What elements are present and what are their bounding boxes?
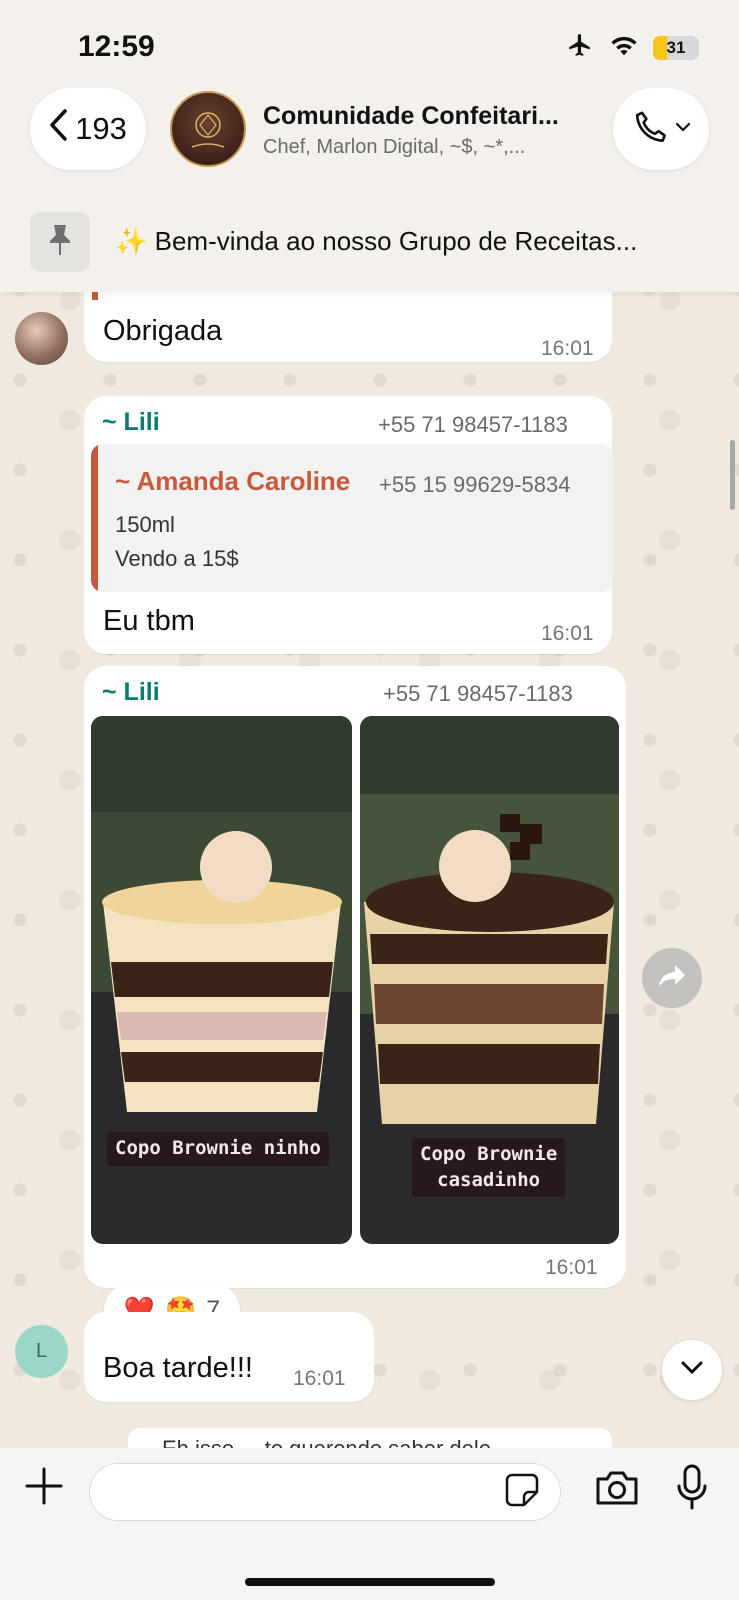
chevron-left-icon xyxy=(49,108,69,150)
forward-arrow-icon xyxy=(657,963,687,994)
message-text: Obrigada xyxy=(103,315,223,347)
chevron-down-icon xyxy=(680,1360,704,1381)
caption-line: casadinho xyxy=(437,1168,541,1191)
image-top-band xyxy=(360,716,619,794)
quoted-line: Vendo a 15$ xyxy=(115,546,239,571)
message-text: Eu tbm xyxy=(103,605,195,637)
sticker-icon xyxy=(504,1472,540,1513)
scroll-to-bottom-button[interactable] xyxy=(662,1340,722,1400)
microphone-button[interactable] xyxy=(672,1463,712,1515)
group-logo-icon xyxy=(191,112,225,148)
message-input[interactable] xyxy=(89,1463,561,1521)
quoted-phone: +55 15 99629-5834 xyxy=(379,472,571,497)
image-caption: Copo Brownie casadinho xyxy=(412,1138,566,1198)
message-text: Boa tarde!!! xyxy=(103,1352,253,1384)
message-time: 16:01 xyxy=(545,1256,598,1279)
home-indicator[interactable] xyxy=(245,1578,495,1586)
pinned-message[interactable]: ✨ Bem-vinda ao nosso Grupo de Receitas..… xyxy=(115,226,637,257)
forward-button[interactable] xyxy=(642,948,702,1008)
phone-icon xyxy=(631,107,671,152)
pin-icon xyxy=(47,223,73,262)
status-time: 12:59 xyxy=(78,30,155,63)
sender-phone: +55 71 98457-1183 xyxy=(383,681,573,706)
back-button[interactable]: 193 xyxy=(30,88,146,170)
camera-button[interactable] xyxy=(592,1467,642,1513)
dessert-cup-image xyxy=(91,812,352,1142)
avatar[interactable]: L xyxy=(15,1325,68,1378)
quoted-message[interactable]: ~ Amanda Caroline +55 15 99629-5834 150m… xyxy=(91,444,613,592)
pinned-message-text: Bem-vinda ao nosso Grupo de Receitas... xyxy=(154,226,638,256)
pin-icon-box[interactable] xyxy=(30,212,90,272)
sticker-button[interactable] xyxy=(502,1472,542,1512)
wifi-icon xyxy=(609,33,639,62)
message-time: 16:01 xyxy=(541,622,594,645)
attach-button[interactable] xyxy=(22,1466,66,1510)
camera-icon xyxy=(594,1469,640,1512)
image-thumbnail[interactable]: Copo Brownie ninho xyxy=(91,716,352,1244)
quoted-line: 150ml xyxy=(115,512,175,537)
message-text: Eh isso ... to querendo saber dele.. xyxy=(162,1436,503,1448)
sparkles-icon: ✨ xyxy=(115,226,148,256)
image-thumbnail[interactable]: Copo Brownie casadinho xyxy=(360,716,619,1244)
battery-indicator: 31 xyxy=(653,35,699,60)
chat-header: 12:59 31 193 Comunidade Confeitari... Ch… xyxy=(0,0,739,292)
chat-participants[interactable]: Chef, Marlon Digital, ~$, ~*,... xyxy=(263,136,525,159)
avatar[interactable] xyxy=(15,312,68,365)
sender-phone: +55 71 98457-1183 xyxy=(378,412,568,437)
quoted-sender: ~ Amanda Caroline xyxy=(115,466,351,496)
message-time: 16:01 xyxy=(293,1367,346,1390)
chat-title[interactable]: Comunidade Confeitari... xyxy=(263,102,559,131)
image-top-band xyxy=(91,716,352,812)
caption-line: Copo Brownie xyxy=(420,1143,558,1165)
chevron-down-icon xyxy=(675,120,691,138)
group-avatar[interactable] xyxy=(170,91,246,167)
status-icons: 31 xyxy=(565,32,699,63)
sender-name[interactable]: ~ Lili xyxy=(102,678,160,707)
sender-name[interactable]: ~ Lili xyxy=(102,408,160,437)
image-caption: Copo Brownie ninho xyxy=(107,1132,329,1166)
airplane-icon xyxy=(565,32,595,63)
dessert-cup-image xyxy=(360,794,619,1168)
message-bubble-partial[interactable]: Eh isso ... to querendo saber dele.. xyxy=(128,1428,612,1448)
quote-bar xyxy=(91,444,98,592)
microphone-icon xyxy=(676,1464,708,1515)
call-button[interactable] xyxy=(613,88,709,170)
message-time: 16:01 xyxy=(541,337,594,360)
scrollbar[interactable] xyxy=(730,440,735,510)
plus-icon xyxy=(24,1466,64,1511)
unread-count: 193 xyxy=(75,111,127,146)
